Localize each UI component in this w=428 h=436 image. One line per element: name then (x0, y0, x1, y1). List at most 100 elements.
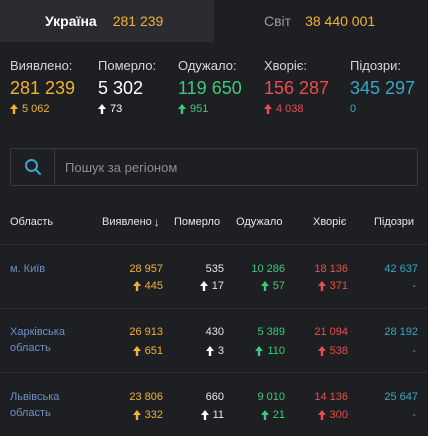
col-suspect-header[interactable]: Підозри (374, 214, 414, 230)
stat-suspect-label: Підозри: (350, 58, 401, 73)
recovered-delta-value: 110 (267, 345, 285, 357)
arrow-up-icon (178, 104, 186, 114)
col-sick-header[interactable]: Хворіє (313, 214, 346, 230)
died-delta-value: 17 (211, 280, 224, 292)
stat-recovered-value: 119 650 (178, 78, 242, 98)
region-name[interactable]: Львівська (10, 390, 59, 404)
tab-world[interactable]: Світ 38 440 001 (214, 0, 428, 42)
arrow-up-icon (200, 410, 209, 420)
stat-detected-label: Виявлено: (10, 58, 73, 73)
table-row[interactable]: Львівська область 23 806 332 660 11 9 01… (0, 390, 428, 436)
search-input[interactable] (55, 159, 405, 175)
recovered-delta: 21 (260, 408, 285, 422)
died-delta-value: 3 (217, 345, 224, 357)
region-name-line2[interactable]: область (10, 406, 51, 420)
arrow-up-icon (205, 346, 214, 356)
suspect-value: 28 192 (384, 326, 418, 338)
stat-sick: Хворіє: 156 287 4 038 (264, 58, 329, 116)
stat-recovered-label: Одужало: (178, 58, 237, 73)
sort-down-icon: ↓ (153, 215, 160, 229)
died-value: 660 (205, 391, 224, 403)
stat-died-delta: 73 (98, 102, 156, 116)
search-button[interactable] (11, 149, 55, 185)
died-delta-value: 11 (212, 409, 224, 421)
suspect-delta: - (412, 345, 416, 357)
suspect-delta: - (412, 409, 416, 421)
region-name-line2[interactable]: область (10, 341, 51, 355)
suspect-value: 25 647 (384, 391, 418, 403)
sick-value: 14 136 (314, 391, 348, 403)
died-delta: 11 (200, 408, 224, 422)
sick-delta-value: 538 (329, 345, 348, 357)
stat-detected: Виявлено: 281 239 5 062 (10, 58, 75, 116)
arrow-up-icon (132, 281, 141, 291)
region-name[interactable]: м. Київ (10, 262, 45, 276)
stat-detected-value: 281 239 (10, 78, 76, 98)
detected-value: 28 957 (129, 263, 163, 275)
col-recovered-header[interactable]: Одужало (236, 214, 283, 230)
tab-world-count: 38 440 001 (305, 13, 376, 29)
stat-sick-delta-value: 4 038 (276, 103, 304, 115)
stat-sick-value: 156 287 (264, 78, 330, 98)
sick-delta-value: 300 (329, 409, 348, 421)
died-value: 535 (205, 263, 224, 275)
table-header: Область Виявлено ↓ Померло Одужало Хворі… (0, 214, 428, 230)
recovered-delta: 57 (260, 279, 285, 293)
died-value: 430 (205, 326, 224, 338)
arrow-up-icon (98, 104, 106, 114)
detected-delta-value: 651 (144, 345, 163, 357)
stat-died-delta-value: 73 (110, 103, 123, 115)
recovered-value: 9 010 (257, 391, 285, 403)
stat-sick-delta: 4 038 (264, 102, 329, 116)
sick-value: 18 136 (314, 263, 348, 275)
arrow-up-icon (317, 281, 326, 291)
divider (0, 308, 428, 309)
tab-ukraine[interactable]: Україна 281 239 (0, 0, 214, 42)
recovered-delta-value: 57 (272, 280, 285, 292)
col-region-header[interactable]: Область (10, 214, 53, 230)
search-icon (24, 159, 41, 175)
recovered-delta: 110 (255, 344, 285, 358)
stat-died-value: 5 302 (98, 78, 144, 98)
sick-delta-value: 371 (329, 280, 348, 292)
died-delta: 17 (199, 279, 224, 293)
stat-suspect-delta: 0 (350, 102, 415, 116)
col-died-header[interactable]: Померло (174, 214, 220, 230)
detected-delta: 332 (132, 408, 163, 422)
detected-value: 26 913 (129, 326, 163, 338)
divider (0, 244, 428, 245)
tab-ukraine-label: Україна (45, 13, 97, 29)
arrow-up-icon (317, 410, 326, 420)
stat-sick-label: Хворіє: (264, 58, 308, 73)
arrow-up-icon (199, 281, 208, 291)
suspect-delta: - (412, 280, 416, 292)
tab-ukraine-count: 281 239 (112, 13, 164, 29)
col-detected-header[interactable]: Виявлено ↓ (102, 214, 160, 230)
stat-suspect: Підозри: 345 297 0 (350, 58, 415, 116)
stat-died: Померло: 5 302 73 (98, 58, 156, 116)
region-search (10, 148, 418, 186)
region-name[interactable]: Харківська (10, 325, 65, 339)
stat-detected-delta: 5 062 (10, 102, 75, 116)
table-row[interactable]: м. Київ 28 957 445 535 17 10 286 57 18 1… (0, 262, 428, 310)
arrow-up-icon (10, 104, 18, 114)
recovered-delta-value: 21 (272, 409, 285, 421)
stat-suspect-value: 345 297 (350, 78, 416, 98)
col-detected-label: Виявлено (102, 216, 152, 228)
detected-delta-value: 445 (144, 280, 163, 292)
arrow-up-icon (260, 281, 269, 291)
table-row[interactable]: Харківська область 26 913 651 430 3 5 38… (0, 325, 428, 373)
stat-recovered-delta-value: 951 (190, 103, 209, 115)
arrow-up-icon (264, 104, 272, 114)
sick-delta: 300 (317, 408, 348, 422)
country-tabs: Україна 281 239 Світ 38 440 001 (0, 0, 428, 42)
sick-delta: 538 (317, 344, 348, 358)
suspect-value: 42 637 (384, 263, 418, 275)
divider (0, 372, 428, 373)
died-delta: 3 (205, 344, 224, 358)
stat-recovered: Одужало: 119 650 951 (178, 58, 242, 116)
sick-value: 21 094 (314, 326, 348, 338)
stat-recovered-delta: 951 (178, 102, 242, 116)
arrow-up-icon (260, 410, 269, 420)
sick-delta: 371 (317, 279, 348, 293)
